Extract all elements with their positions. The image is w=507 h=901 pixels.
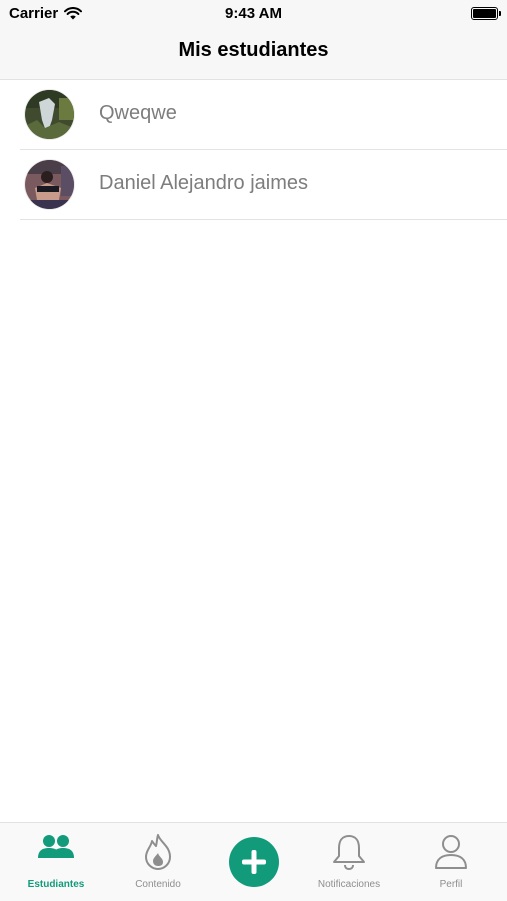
student-name: Daniel Alejandro jaimes bbox=[99, 172, 309, 194]
flame-icon bbox=[145, 834, 171, 870]
tab-label: Estudiantes bbox=[27, 879, 85, 890]
page-title: Mis estudiantes bbox=[178, 39, 329, 61]
avatar bbox=[25, 90, 74, 139]
top-bar: Carrier 9:43 AM Mis estudiantes bbox=[0, 0, 507, 80]
tab-label: Notificaciones bbox=[317, 879, 381, 890]
list-item[interactable]: Qweqwe bbox=[20, 80, 507, 150]
people-icon bbox=[38, 835, 74, 858]
avatar bbox=[25, 160, 74, 209]
bell-icon bbox=[333, 835, 365, 871]
clock: 9:43 AM bbox=[225, 5, 282, 22]
status-bar: Carrier 9:43 AM bbox=[0, 0, 507, 28]
tab-label: Perfil bbox=[439, 879, 463, 890]
list-item[interactable]: Daniel Alejandro jaimes bbox=[20, 150, 507, 220]
tab-perfil[interactable]: Perfil bbox=[401, 823, 501, 901]
tab-bar: Estudiantes Contenido Notificaciones Per… bbox=[0, 822, 507, 901]
person-icon bbox=[435, 835, 467, 869]
tab-contenido[interactable]: Contenido bbox=[108, 823, 208, 901]
student-name: Qweqwe bbox=[99, 102, 177, 124]
plus-icon bbox=[242, 850, 266, 874]
tab-estudiantes[interactable]: Estudiantes bbox=[6, 823, 106, 901]
tab-label: Contenido bbox=[135, 879, 181, 890]
students-list: Qweqwe Daniel Alejandro jaimes bbox=[0, 80, 507, 220]
tab-notificaciones[interactable]: Notificaciones bbox=[299, 823, 399, 901]
battery-icon bbox=[471, 7, 501, 20]
add-button[interactable] bbox=[229, 837, 279, 887]
